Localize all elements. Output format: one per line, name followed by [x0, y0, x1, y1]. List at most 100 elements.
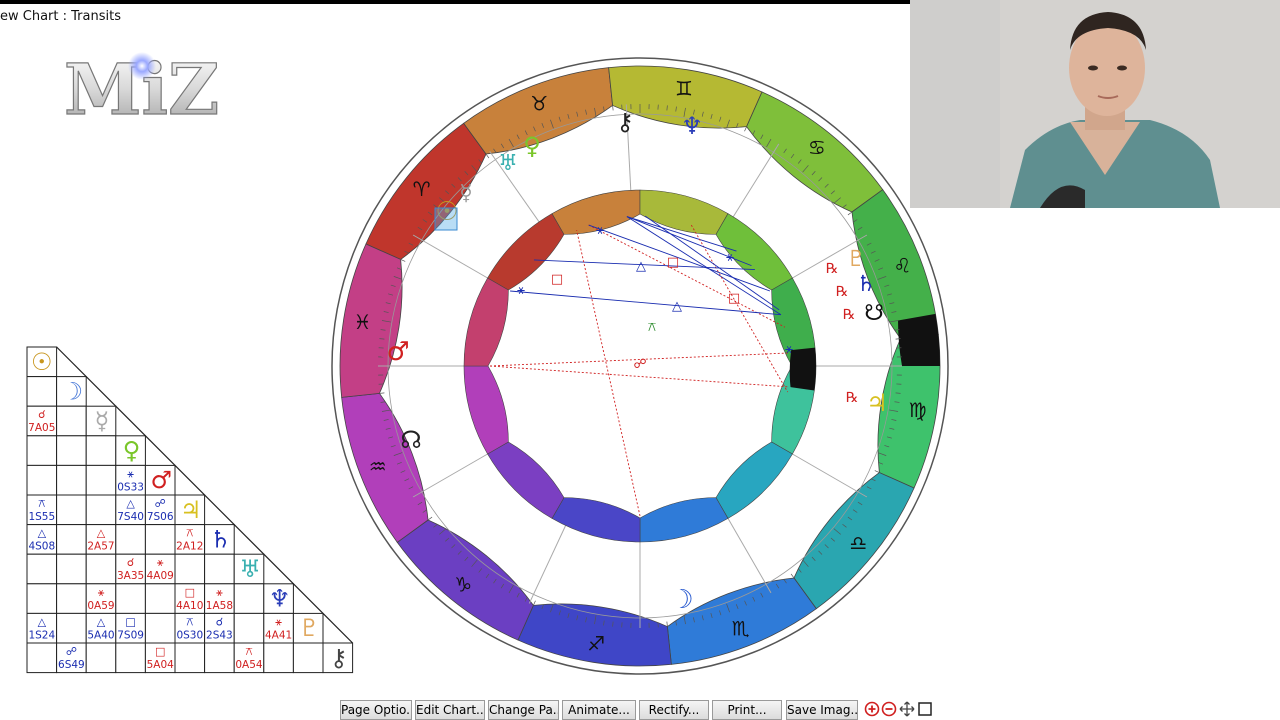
- aspect-cell-label: 0A54: [235, 659, 263, 671]
- south-node-glyph: ☋: [864, 301, 884, 326]
- aspect-grid-cell: [26, 642, 58, 674]
- edit-chart-button[interactable]: Edit Chart...: [415, 700, 485, 720]
- aspect-cell-symbol: ⚻: [245, 645, 252, 658]
- aspect-cell-label: 2S43: [206, 629, 233, 641]
- aspect-cell-symbol: ⚹: [157, 556, 164, 569]
- saturn-glyph: ♄: [856, 272, 876, 297]
- aspect-cell-label: 5A40: [87, 629, 114, 641]
- aspect-cell-label: 5A04: [147, 659, 175, 671]
- retrograde-marker: ℞: [846, 390, 859, 406]
- zodiac-sign-glyph: ♎: [849, 531, 867, 555]
- aspect-grid-cell: [85, 435, 117, 466]
- aspect-cell-label: 4A41: [265, 629, 292, 641]
- north-node-glyph: ☊: [400, 426, 421, 454]
- zoom-out-icon[interactable]: [881, 701, 897, 717]
- aspect-grid-cell: [85, 464, 117, 496]
- zodiac-sign-glyph: ♌: [893, 253, 911, 277]
- aspect-cell-symbol: ⚹: [127, 467, 134, 480]
- aspect-symbol: ⚹: [517, 283, 525, 298]
- zodiac-sign-glyph: ♋: [808, 136, 826, 160]
- aspect-grid-cell: [26, 583, 58, 614]
- retrograde-marker: ℞: [843, 307, 856, 323]
- zodiac-sign-glyph: ♉: [530, 92, 548, 116]
- miz-logo: MiZ: [62, 42, 222, 131]
- aspect-grid-cell: [85, 642, 117, 674]
- aspect-cell-symbol: □: [185, 586, 195, 599]
- aspect-grid-cell: [26, 435, 58, 466]
- aspect-cell-symbol: ☍: [66, 645, 77, 658]
- grid-planet-glyph: ☉: [31, 348, 53, 376]
- grid-planet-glyph: ♆: [269, 585, 291, 613]
- aspect-cell-label: 7A05: [28, 422, 55, 434]
- aspect-cell-symbol: ☍: [155, 497, 166, 510]
- aspect-cell-label: 4A09: [147, 570, 174, 582]
- save-image-button[interactable]: Save Imag...: [786, 700, 858, 720]
- retrograde-marker: ℞: [826, 261, 839, 277]
- aspect-grid-cell: [56, 612, 87, 644]
- pan-icon[interactable]: [899, 701, 915, 717]
- change-pages-button[interactable]: Change Pa...: [488, 700, 559, 720]
- jupiter-glyph: ♃: [866, 389, 888, 417]
- aspect-grid-cell: [174, 553, 206, 585]
- zodiac-sign-glyph: ♍: [909, 398, 927, 422]
- aspect-grid-cell: [144, 583, 176, 614]
- aspect-symbol: □: [551, 272, 563, 287]
- zodiac-sign-glyph: ♐: [587, 632, 605, 656]
- zoom-in-icon[interactable]: [864, 701, 880, 717]
- aspect-cell-symbol: △: [38, 527, 47, 540]
- aspect-grid-cell: [144, 524, 176, 555]
- webcam-video: [910, 0, 1280, 208]
- grid-planet-glyph: ☿: [95, 407, 110, 435]
- aspect-grid-cell: [233, 612, 265, 644]
- aspect-cell-symbol: △: [97, 527, 106, 540]
- grid-planet-glyph: ♇: [298, 614, 320, 642]
- aspect-cell-label: 2A12: [176, 541, 203, 553]
- aspect-cell-symbol: △: [97, 615, 106, 628]
- moon-glyph: ☽: [670, 585, 693, 615]
- aspect-cell-label: 6S49: [58, 659, 85, 671]
- transit-chart-wheel[interactable]: ♈♉♊♋♌♍♎♏♐♑♒♓△□□⚹⚹⚹△□☍⚻⚹☉☿♀♅⚷♆♇♄☋♃♂☊☽℞℞℞℞: [325, 48, 955, 678]
- aspect-grid-cell: [56, 435, 87, 466]
- zodiac-sign-glyph: ♓: [353, 310, 371, 334]
- window-title: ew Chart : Transits: [0, 9, 121, 24]
- aspect-grid-cell: [26, 376, 58, 407]
- aspect-cell-symbol: △: [126, 497, 135, 510]
- aspect-symbol: △: [672, 299, 682, 314]
- aspect-cell-symbol: ☌: [216, 615, 223, 628]
- aspect-symbol: ⚹: [785, 342, 793, 357]
- aspect-cell-symbol: ⚻: [186, 615, 193, 628]
- fit-window-icon[interactable]: [917, 701, 933, 717]
- aspect-grid: ☉ ☽ ☿ ♀ ♂ ♃ ♄ ♅ ♆ ♇ ⚷ ☌ 7A05 ⚹ 0S33 ⚻ 1S55 △ 7S40 ☍ 7S06 △ 4S0…: [26, 346, 356, 676]
- zodiac-sign-glyph: ♏: [732, 616, 750, 640]
- aspect-grid-cell: [115, 642, 146, 674]
- venus-glyph: ♀: [523, 132, 541, 160]
- rectify-button[interactable]: Rectify...: [639, 700, 709, 720]
- print-button[interactable]: Print...: [712, 700, 782, 720]
- aspect-cell-symbol: △: [38, 615, 47, 628]
- aspect-cell-symbol: ⚻: [38, 497, 45, 510]
- animate-button[interactable]: Animate...: [562, 700, 636, 720]
- aspect-grid-cell: [233, 583, 265, 614]
- aspect-symbol: ⚹: [726, 250, 734, 265]
- aspect-cell-label: 2A57: [87, 541, 114, 553]
- aspect-cell-label: 1A58: [206, 600, 233, 612]
- aspect-cell-label: 1S55: [28, 511, 55, 523]
- page-options-button[interactable]: Page Optio...: [340, 700, 412, 720]
- aspect-cell-symbol: ⚻: [186, 527, 193, 540]
- aspect-grid-cell: [115, 583, 146, 614]
- aspect-cell-symbol: ⚹: [275, 615, 282, 628]
- aspect-grid-cell: [85, 494, 117, 526]
- inner-ascendant-marker: [789, 347, 817, 391]
- aspect-grid-cell: [263, 642, 294, 674]
- aspect-grid-cell: [56, 494, 87, 526]
- neptune-glyph: ♆: [681, 112, 703, 140]
- aspect-grid-cell: [115, 524, 146, 555]
- aspect-grid-cell: [174, 642, 206, 674]
- grid-planet-glyph: ♄: [210, 525, 232, 553]
- aspect-symbol: △: [636, 259, 646, 274]
- grid-planet-glyph: ♀: [123, 437, 141, 465]
- aspect-grid-cell: [56, 405, 87, 437]
- aspect-grid-cell: [204, 642, 235, 674]
- grid-planet-glyph: ⚷: [330, 644, 348, 672]
- aspect-grid-cell: [85, 553, 117, 585]
